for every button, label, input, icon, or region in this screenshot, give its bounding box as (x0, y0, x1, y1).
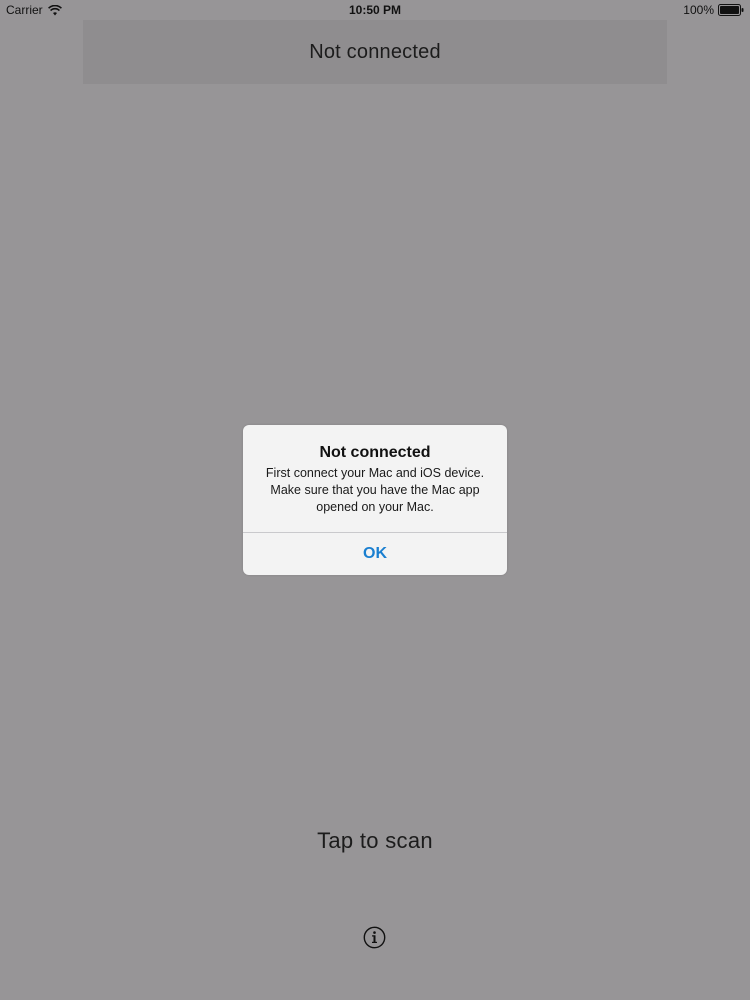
connection-status-header: Not connected (83, 20, 667, 84)
info-icon[interactable] (363, 926, 386, 949)
tap-to-scan-button[interactable]: Tap to scan (0, 828, 750, 854)
status-bar: Carrier 10:50 PM 100% (0, 0, 750, 20)
status-time: 10:50 PM (348, 3, 402, 17)
ok-button[interactable]: OK (243, 533, 507, 575)
battery-percent: 100% (683, 3, 714, 17)
alert-body: Not connected First connect your Mac and… (243, 425, 507, 532)
alert-dialog: Not connected First connect your Mac and… (243, 425, 507, 575)
status-right: 100% (683, 3, 744, 17)
alert-message: First connect your Mac and iOS device. M… (265, 466, 485, 514)
battery-icon (718, 4, 744, 16)
alert-title: Not connected (319, 444, 431, 461)
header-title: Not connected (309, 40, 441, 63)
